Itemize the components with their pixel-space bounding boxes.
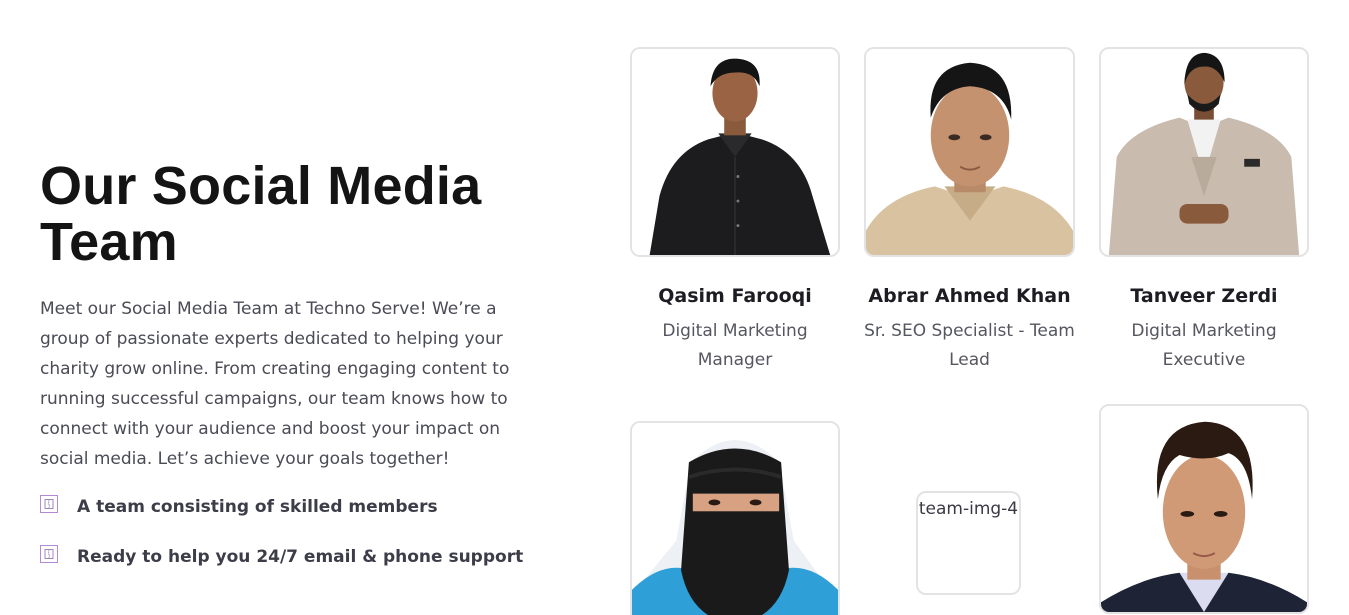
svg-text:3: 3	[48, 504, 51, 509]
team-card: Tanveer Zerdi Digital Marketing Executiv…	[1099, 47, 1309, 375]
young-man-suit-photo	[1101, 406, 1307, 612]
team-member-photo	[630, 421, 840, 615]
man-beige-suit-photo	[1101, 49, 1307, 255]
team-member-role: Sr. SEO Specialist - Team Lead	[864, 321, 1075, 370]
feature-item: F 3 Ready to help you 24/7 email & phone…	[40, 542, 530, 572]
woman-niqab-photo	[632, 423, 838, 615]
team-member-name: Abrar Ahmed Khan	[868, 285, 1071, 307]
team-member-photo-placeholder: team-img-4	[916, 491, 1021, 595]
team-card: Abrar Ahmed Khan Sr. SEO Specialist - Te…	[864, 47, 1075, 375]
man-black-shirt-photo	[632, 49, 838, 255]
team-card: Qasim Farooqi Digital Marketing Manager	[630, 47, 840, 375]
check-box-icon: F 3	[40, 545, 58, 563]
feature-list: F 3 A team consisting of skilled members…	[40, 492, 530, 572]
team-card	[1099, 404, 1309, 614]
feature-text: A team consisting of skilled members	[77, 497, 438, 517]
team-member-name: Qasim Farooqi	[658, 285, 812, 307]
team-member-photo	[630, 47, 840, 257]
feature-item: F 3 A team consisting of skilled members	[40, 492, 530, 522]
team-member-photo	[864, 47, 1075, 257]
team-member-name: Tanveer Zerdi	[1130, 285, 1278, 307]
team-member-photo	[1099, 47, 1309, 257]
team-member-photo	[1099, 404, 1309, 614]
team-intro: Our Social Media Team Meet our Social Me…	[40, 158, 530, 592]
team-card	[630, 421, 840, 615]
section-description: Meet our Social Media Team at Techno Ser…	[40, 299, 510, 469]
image-alt-text: team-img-4	[918, 499, 1019, 519]
team-member-role: Digital Marketing Manager	[662, 321, 808, 370]
team-section: Our Social Media Team Meet our Social Me…	[0, 0, 1349, 615]
check-box-icon: F 3	[40, 495, 58, 513]
svg-text:3: 3	[48, 554, 51, 559]
man-beige-shirt-photo	[866, 49, 1073, 255]
team-member-role: Digital Marketing Executive	[1131, 321, 1277, 370]
section-title: Our Social Media Team	[40, 156, 482, 272]
feature-text: Ready to help you 24/7 email & phone sup…	[77, 547, 524, 567]
